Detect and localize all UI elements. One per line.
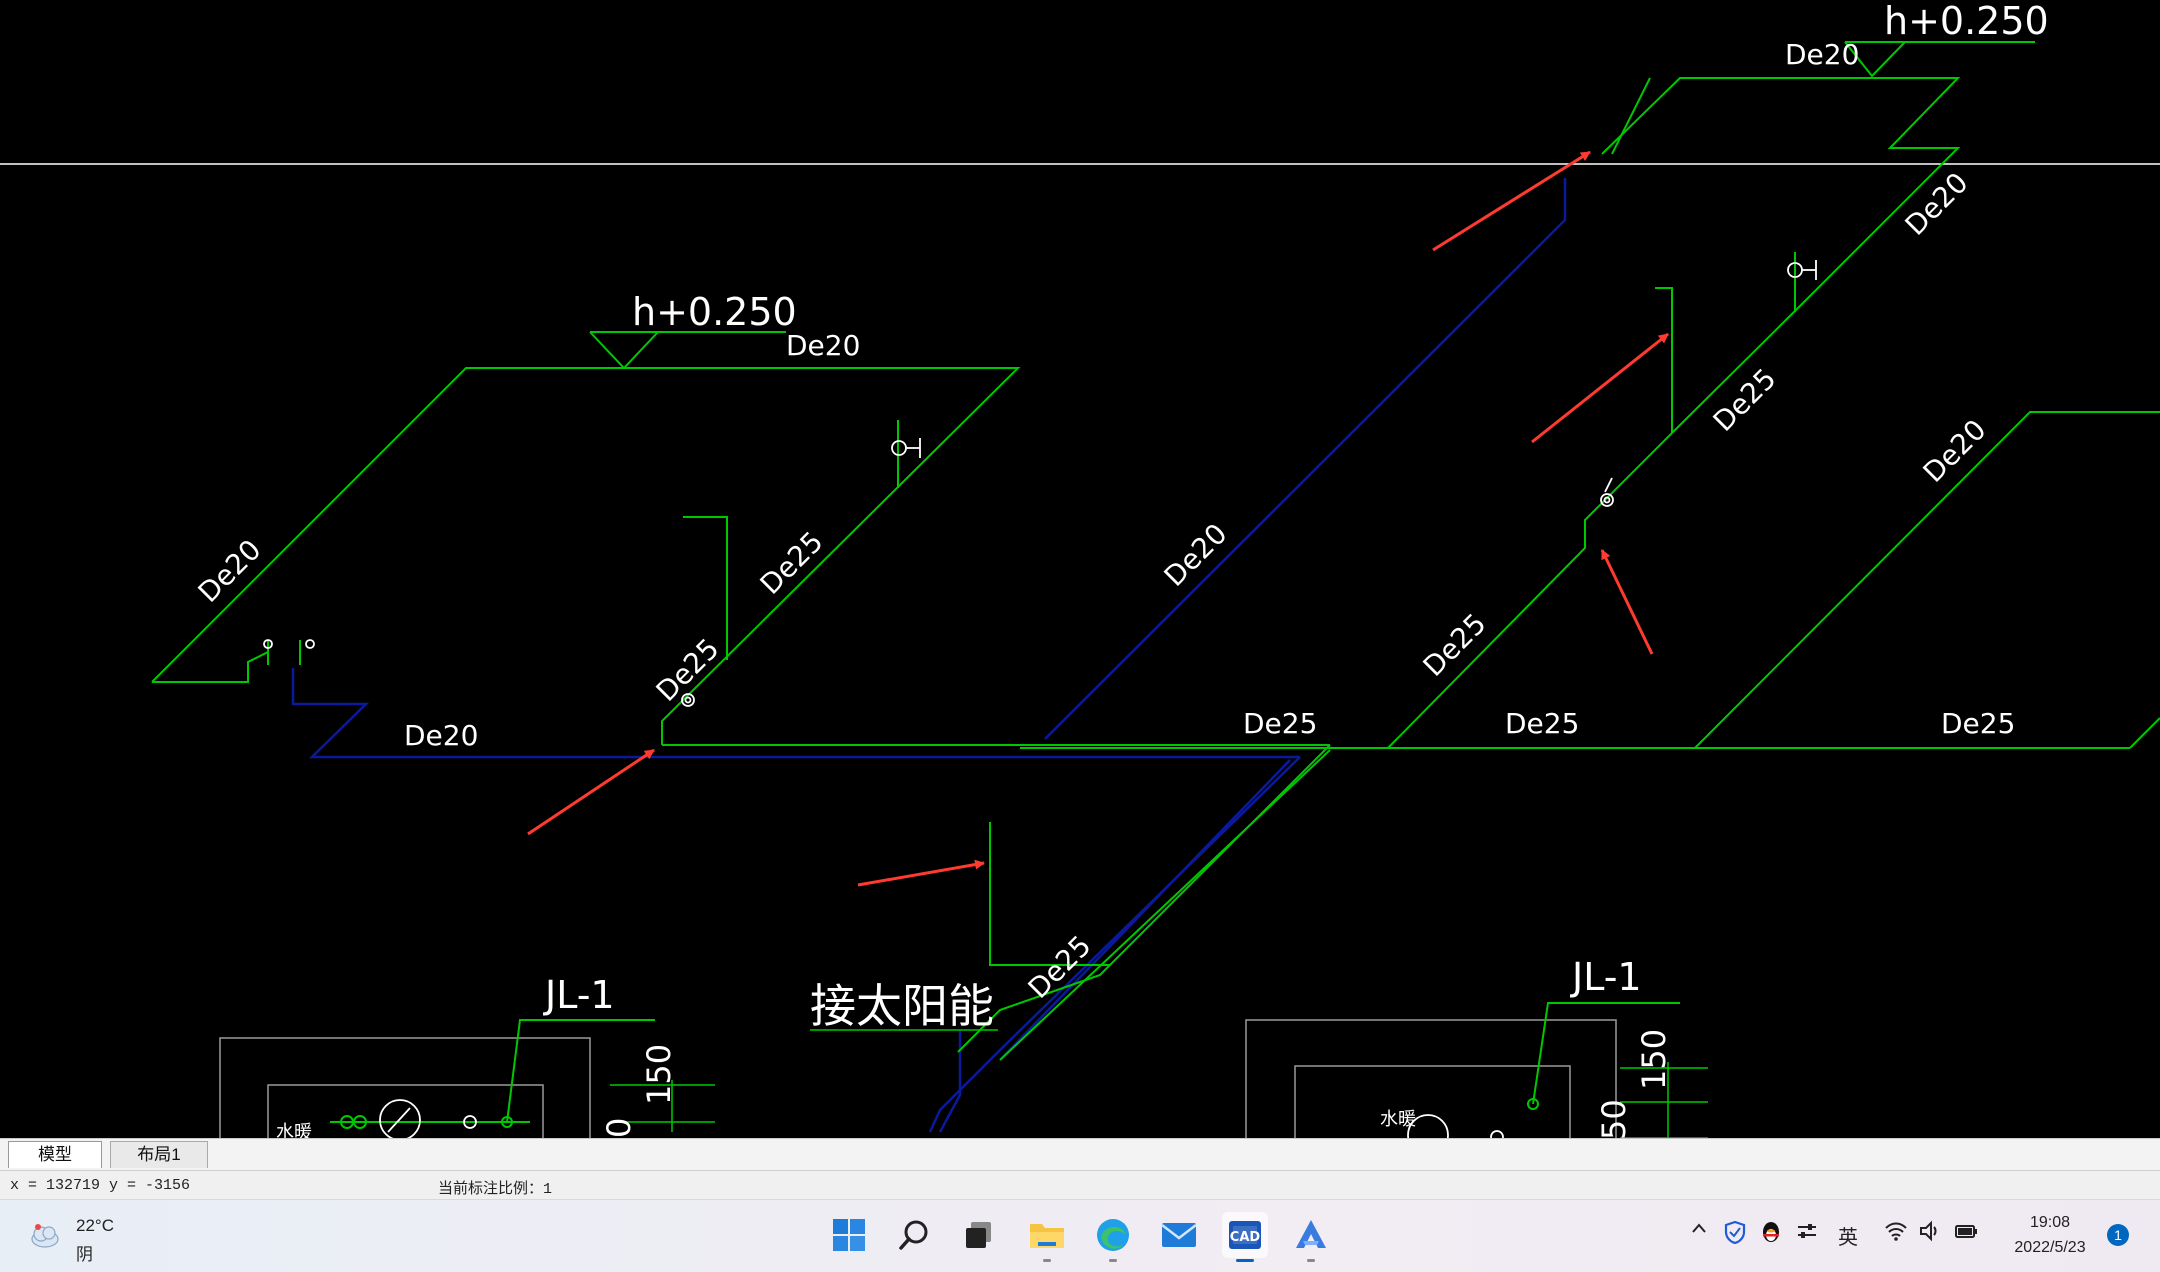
pipe-label: De20 [1785, 38, 1859, 71]
tray-settings[interactable] [1796, 1220, 1818, 1248]
weather-temperature[interactable]: 22°C [76, 1216, 114, 1236]
autodesk-app-icon [1296, 1220, 1326, 1248]
weather-condition[interactable]: 阴 [76, 1240, 93, 1265]
tray-volume[interactable] [1918, 1220, 1942, 1248]
cad-drawing-canvas[interactable]: h+0.250 De20 h+0.250 De20 De20 De25 De25… [0, 0, 2160, 1138]
tab-model[interactable]: 模型 [8, 1141, 102, 1168]
pipe-label: De25 [1941, 707, 2015, 740]
status-bar: x = 132719 y = -3156 当前标注比例：1 [0, 1170, 2160, 1200]
active-indicator [1236, 1259, 1254, 1262]
tray-security[interactable] [1724, 1220, 1746, 1250]
pipe-label: De20 [404, 719, 478, 752]
riser-label: JL-1 [543, 973, 615, 1017]
show-hidden-icons[interactable] [1690, 1220, 1708, 1244]
chevron-up-icon [1692, 1223, 1706, 1233]
cloud-icon [31, 1224, 59, 1248]
red-arrow-top [1432, 150, 1591, 252]
fixture-label: 水暖 [1380, 1109, 1416, 1130]
edge-browser-icon [1097, 1219, 1129, 1251]
pipe-label: De25 [1417, 607, 1493, 683]
annotation-scale: 当前标注比例：1 [438, 1181, 553, 1198]
tab-layout1[interactable]: 布局1 [110, 1141, 208, 1168]
svg-text:CAD: CAD [1230, 1230, 1261, 1245]
pipe-label: De25 [1243, 707, 1317, 740]
mail-icon [1161, 1223, 1197, 1247]
pipe-label: De25 [1505, 707, 1579, 740]
search-button[interactable] [892, 1212, 938, 1258]
pipe-label: De20 [1917, 413, 1993, 489]
pipe-label: De20 [1899, 166, 1975, 242]
running-indicator [1109, 1259, 1117, 1262]
sliders-icon [1798, 1224, 1816, 1238]
file-explorer-button[interactable] [1024, 1212, 1070, 1262]
start-button[interactable] [826, 1212, 872, 1258]
cad-app-button[interactable]: CAD [1222, 1212, 1268, 1262]
wifi-icon [1885, 1222, 1907, 1241]
annotation-arrows [527, 150, 1669, 887]
input-method-indicator[interactable]: 英 [1838, 1221, 1858, 1250]
notification-badge[interactable]: 1 [2107, 1224, 2129, 1246]
elevation-label-left: h+0.250 [632, 290, 797, 334]
tray-battery[interactable] [1954, 1220, 1980, 1248]
task-view-button[interactable] [956, 1212, 1002, 1258]
green-pipe-network [151, 77, 2160, 1061]
pipe-label: De25 [754, 525, 830, 601]
tray-wifi[interactable] [1884, 1220, 1908, 1248]
running-indicator [1307, 1259, 1315, 1262]
water-heater-symbols [379, 1099, 1504, 1138]
edge-button[interactable] [1090, 1212, 1136, 1262]
taskbar: 22°C 阴 CAD 英 19:08 2022/5/23 1 [0, 1199, 2160, 1272]
red-arrow-bottom [857, 859, 985, 887]
task-view-icon [966, 1222, 991, 1248]
speaker-icon [1920, 1220, 1937, 1242]
pipe-label: De20 [1158, 517, 1234, 593]
weather-widget[interactable] [28, 1218, 62, 1252]
dimension-label: 150 [1635, 1029, 1673, 1090]
pipe-label: De25 [1707, 362, 1783, 438]
dimension-label: 150 [640, 1044, 678, 1105]
autodesk-app-button[interactable] [1288, 1212, 1334, 1262]
fixture-label: 水暖 [276, 1122, 312, 1138]
riser-label: JL-1 [1570, 955, 1642, 999]
cad-app-icon: CAD [1229, 1221, 1261, 1249]
clock-time[interactable]: 19:08 [2010, 1214, 2090, 1232]
running-indicator [1043, 1259, 1051, 1262]
mail-button[interactable] [1156, 1212, 1202, 1258]
folder-icon [1030, 1224, 1064, 1248]
valve-symbols [263, 260, 1817, 707]
pipe-label: De20 [786, 329, 860, 362]
search-icon [899, 1220, 928, 1250]
red-arrow-left [527, 748, 655, 836]
tray-qq[interactable] [1760, 1220, 1782, 1250]
red-arrow-right [1600, 549, 1654, 655]
windows-start-icon [833, 1219, 865, 1251]
dimension-lines [610, 1029, 1708, 1138]
solar-connection-label: 接太阳能 [810, 979, 994, 1033]
coordinate-readout: x = 132719 y = -3156 [10, 1177, 191, 1194]
pipe-label: De20 [192, 533, 268, 609]
clock-date[interactable]: 2022/5/23 [2000, 1239, 2100, 1257]
elevation-label-top: h+0.250 [1884, 0, 2049, 43]
elevation-markers [589, 41, 2035, 370]
battery-plug-icon [1955, 1225, 1977, 1238]
qq-penguin-icon [1763, 1222, 1779, 1242]
red-arrow-upper-right [1531, 332, 1669, 444]
shield-icon [1724, 1220, 1746, 1245]
layout-tab-bar: 模型 布局1 [0, 1138, 2160, 1171]
dimension-label: 50 [1595, 1099, 1633, 1138]
dimension-label: 0 [600, 1118, 638, 1138]
